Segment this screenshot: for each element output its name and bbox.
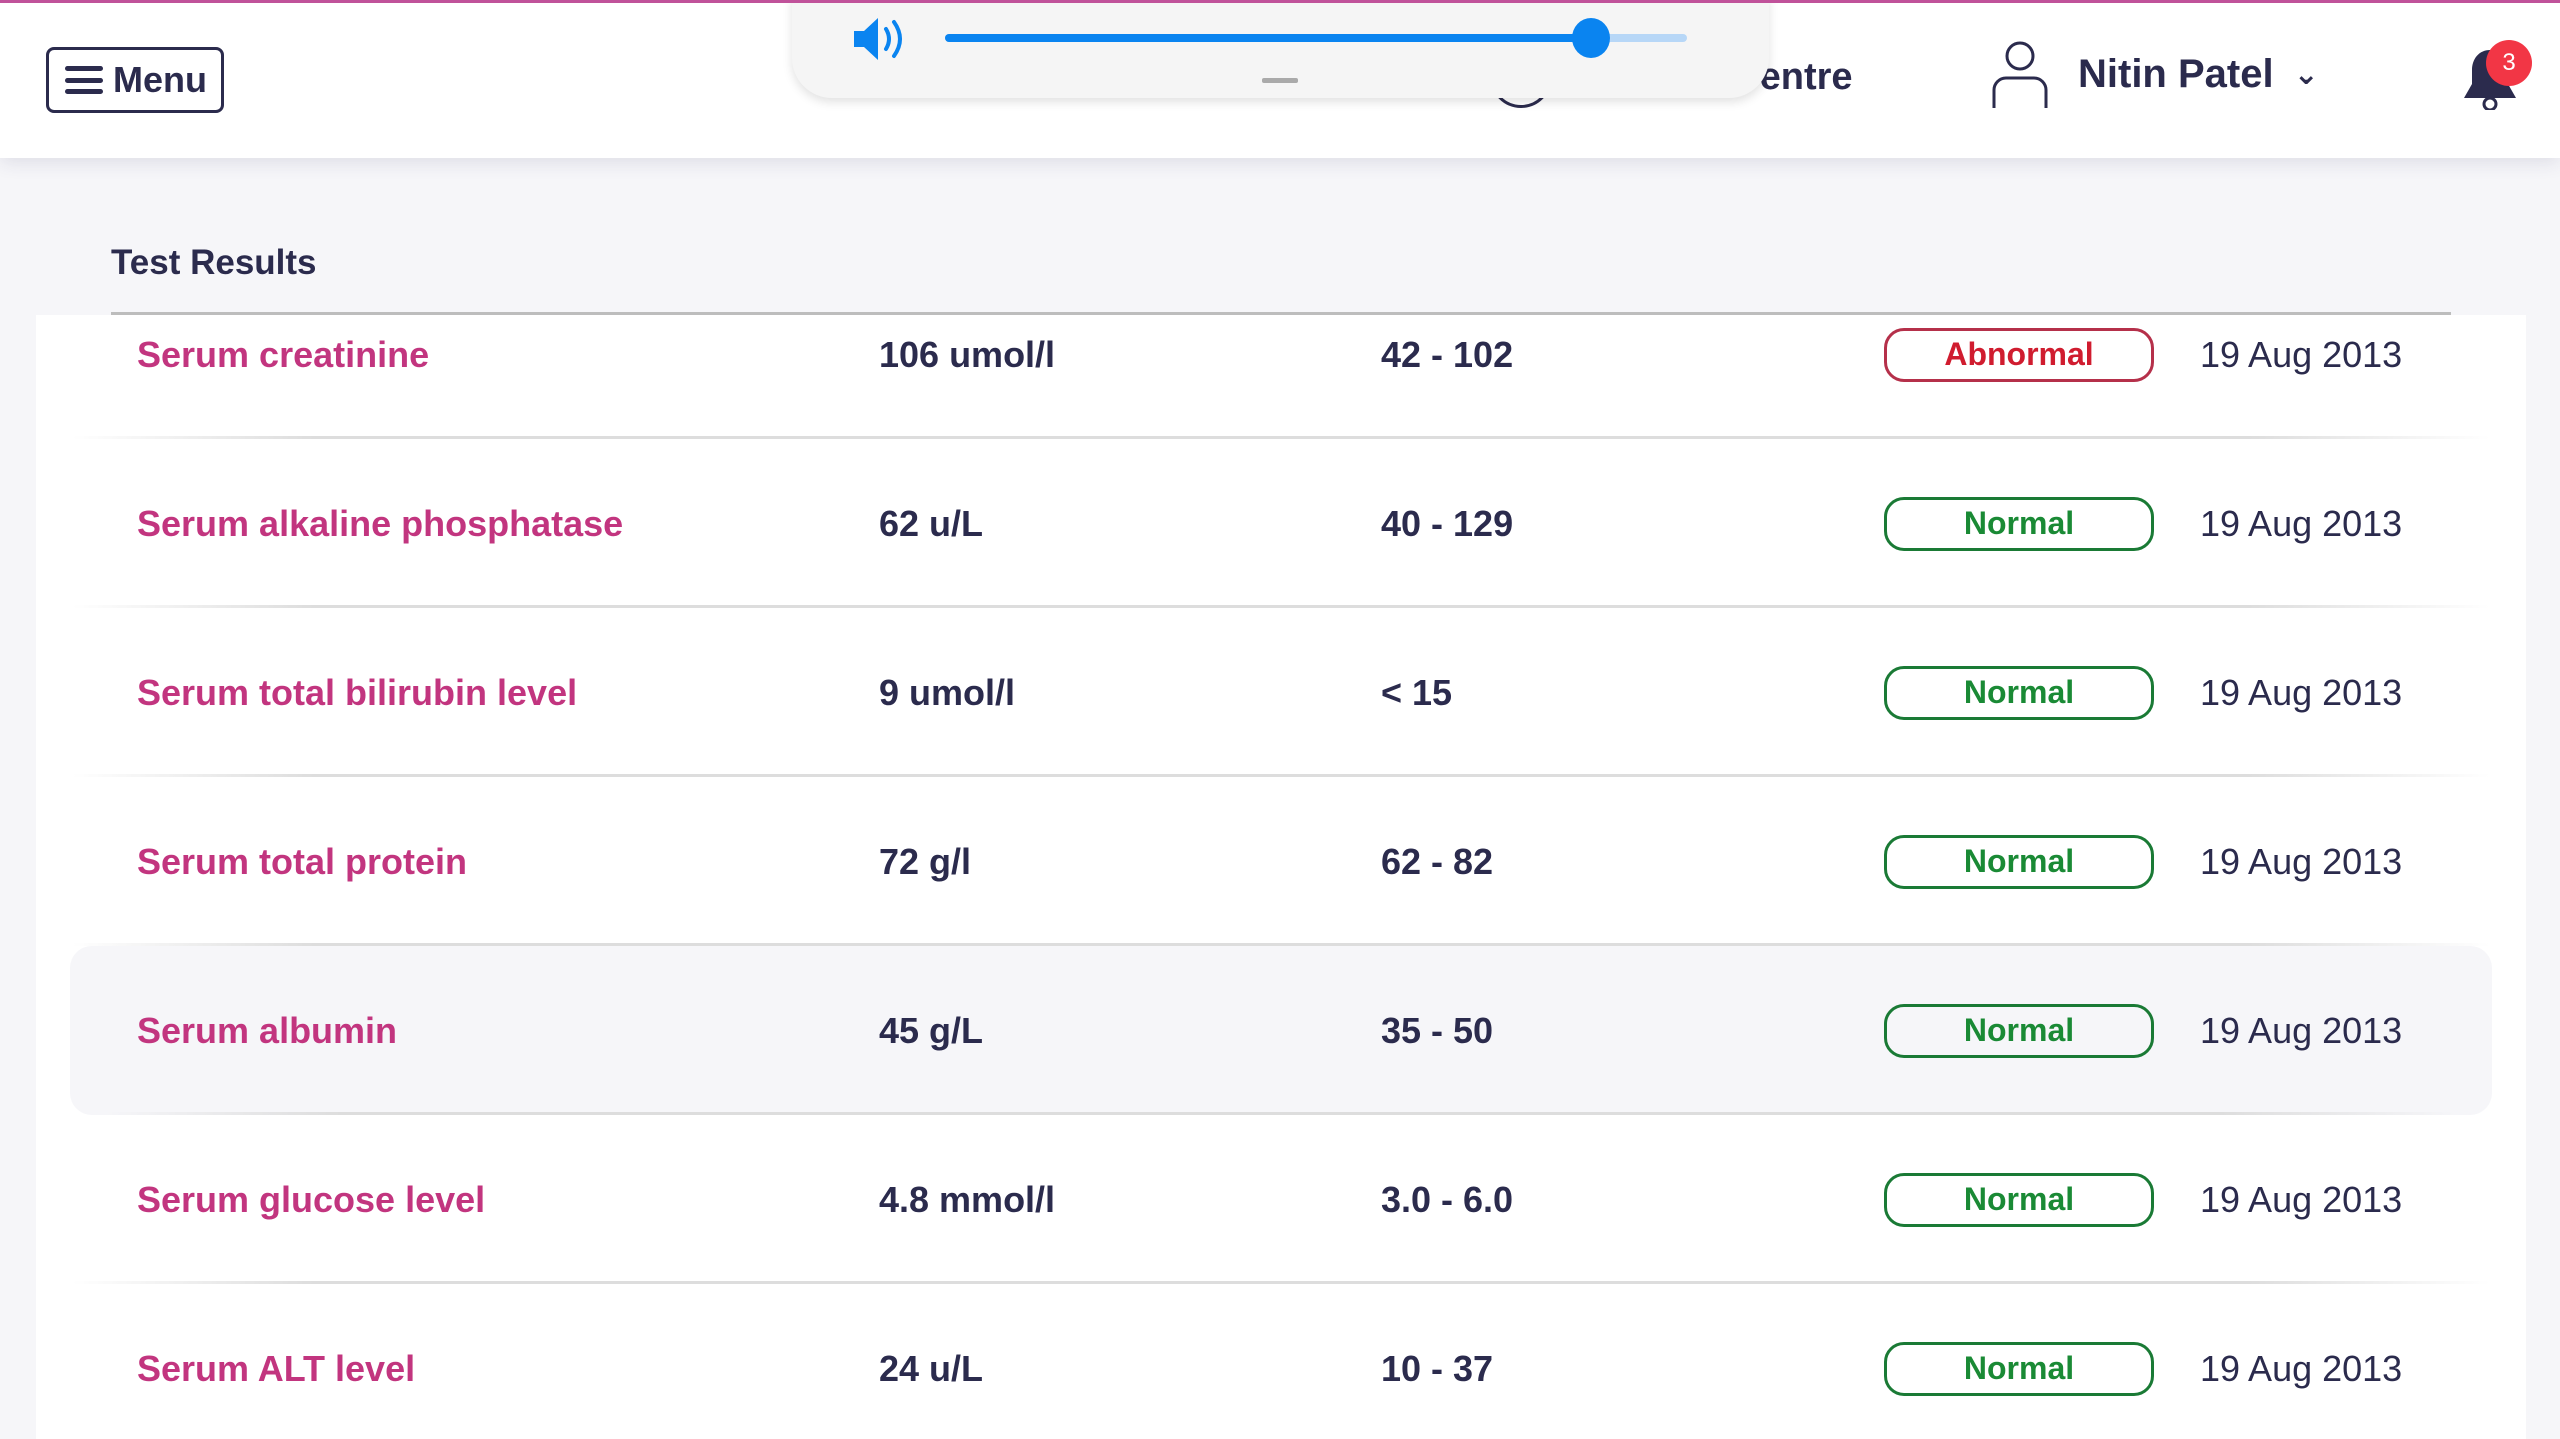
volume-slider[interactable] [945, 18, 1687, 58]
user-menu[interactable]: Nitin Patel ⌄ [1990, 40, 2319, 108]
reference-range: 35 - 50 [1381, 1009, 1494, 1051]
test-date: 19 Aug 2013 [2200, 671, 2403, 713]
volume-knob[interactable] [1571, 18, 1610, 58]
volume-overlay [792, 0, 1769, 98]
test-name-link[interactable]: Serum total protein [137, 841, 467, 883]
title-divider [111, 312, 2451, 315]
result-row[interactable]: Serum ALT level 24 u/L 10 - 37 Normal 19… [36, 1284, 2526, 1439]
test-value: 9 umol/l [879, 671, 1016, 713]
speaker-icon [854, 18, 902, 60]
top-accent-line [0, 0, 2560, 3]
results-list: Serum creatinine 106 umol/l 42 - 102 Abn… [36, 315, 2526, 1439]
menu-button[interactable]: Menu [46, 47, 224, 113]
overlay-handle[interactable] [1262, 78, 1298, 83]
test-value: 62 u/L [879, 502, 984, 544]
status-badge: Normal [1884, 496, 2154, 551]
result-row[interactable]: Serum alkaline phosphatase 62 u/L 40 - 1… [36, 439, 2526, 608]
test-name-link[interactable]: Serum ALT level [137, 1348, 415, 1390]
result-row[interactable]: Serum creatinine 106 umol/l 42 - 102 Abn… [36, 315, 2526, 439]
test-name-link[interactable]: Serum total bilirubin level [137, 672, 577, 714]
status-badge: Normal [1884, 1341, 2154, 1396]
status-badge: Normal [1884, 834, 2154, 889]
test-date: 19 Aug 2013 [2200, 502, 2403, 544]
reference-range: 3.0 - 6.0 [1381, 1178, 1514, 1220]
reference-range: 40 - 129 [1381, 502, 1514, 544]
status-badge: Normal [1884, 665, 2154, 720]
status-badge: Abnormal [1884, 327, 2154, 382]
test-date: 19 Aug 2013 [2200, 333, 2403, 375]
status-badge: Normal [1884, 1172, 2154, 1227]
test-name-link[interactable]: Serum glucose level [137, 1179, 485, 1221]
result-row[interactable]: Serum glucose level 4.8 mmol/l 3.0 - 6.0… [36, 1115, 2526, 1284]
notification-badge: 3 [2486, 40, 2532, 86]
user-icon [1992, 41, 2048, 108]
test-value: 72 g/l [879, 840, 972, 882]
result-row[interactable]: Serum total protein 72 g/l 62 - 82 Norma… [36, 777, 2526, 946]
test-value: 45 g/L [879, 1009, 984, 1051]
test-name-link[interactable]: Serum alkaline phosphatase [137, 503, 623, 545]
test-name-link[interactable]: Serum creatinine [137, 334, 429, 376]
menu-label: Menu [113, 59, 207, 100]
test-date: 19 Aug 2013 [2200, 840, 2403, 882]
reference-range: 42 - 102 [1381, 333, 1514, 375]
result-row[interactable]: Serum total bilirubin level 9 umol/l < 1… [36, 608, 2526, 777]
volume-fill [945, 34, 1591, 42]
hamburger-icon [65, 66, 103, 94]
user-name: Nitin Patel [2078, 51, 2274, 96]
test-value: 106 umol/l [879, 333, 1056, 375]
reference-range: 62 - 82 [1381, 840, 1494, 882]
test-date: 19 Aug 2013 [2200, 1009, 2403, 1051]
test-value: 24 u/L [879, 1347, 984, 1389]
reference-range: 10 - 37 [1381, 1347, 1494, 1389]
result-row[interactable]: Serum albumin 45 g/L 35 - 50 Normal 19 A… [70, 946, 2492, 1115]
reference-range: < 15 [1381, 671, 1453, 713]
test-value: 4.8 mmol/l [879, 1178, 1056, 1220]
test-name-link[interactable]: Serum albumin [137, 1010, 397, 1052]
test-date: 19 Aug 2013 [2200, 1347, 2403, 1389]
chevron-down-icon: ⌄ [2293, 57, 2319, 91]
page-title: Test Results [111, 243, 317, 282]
test-date: 19 Aug 2013 [2200, 1178, 2403, 1220]
status-badge: Normal [1884, 1003, 2154, 1058]
